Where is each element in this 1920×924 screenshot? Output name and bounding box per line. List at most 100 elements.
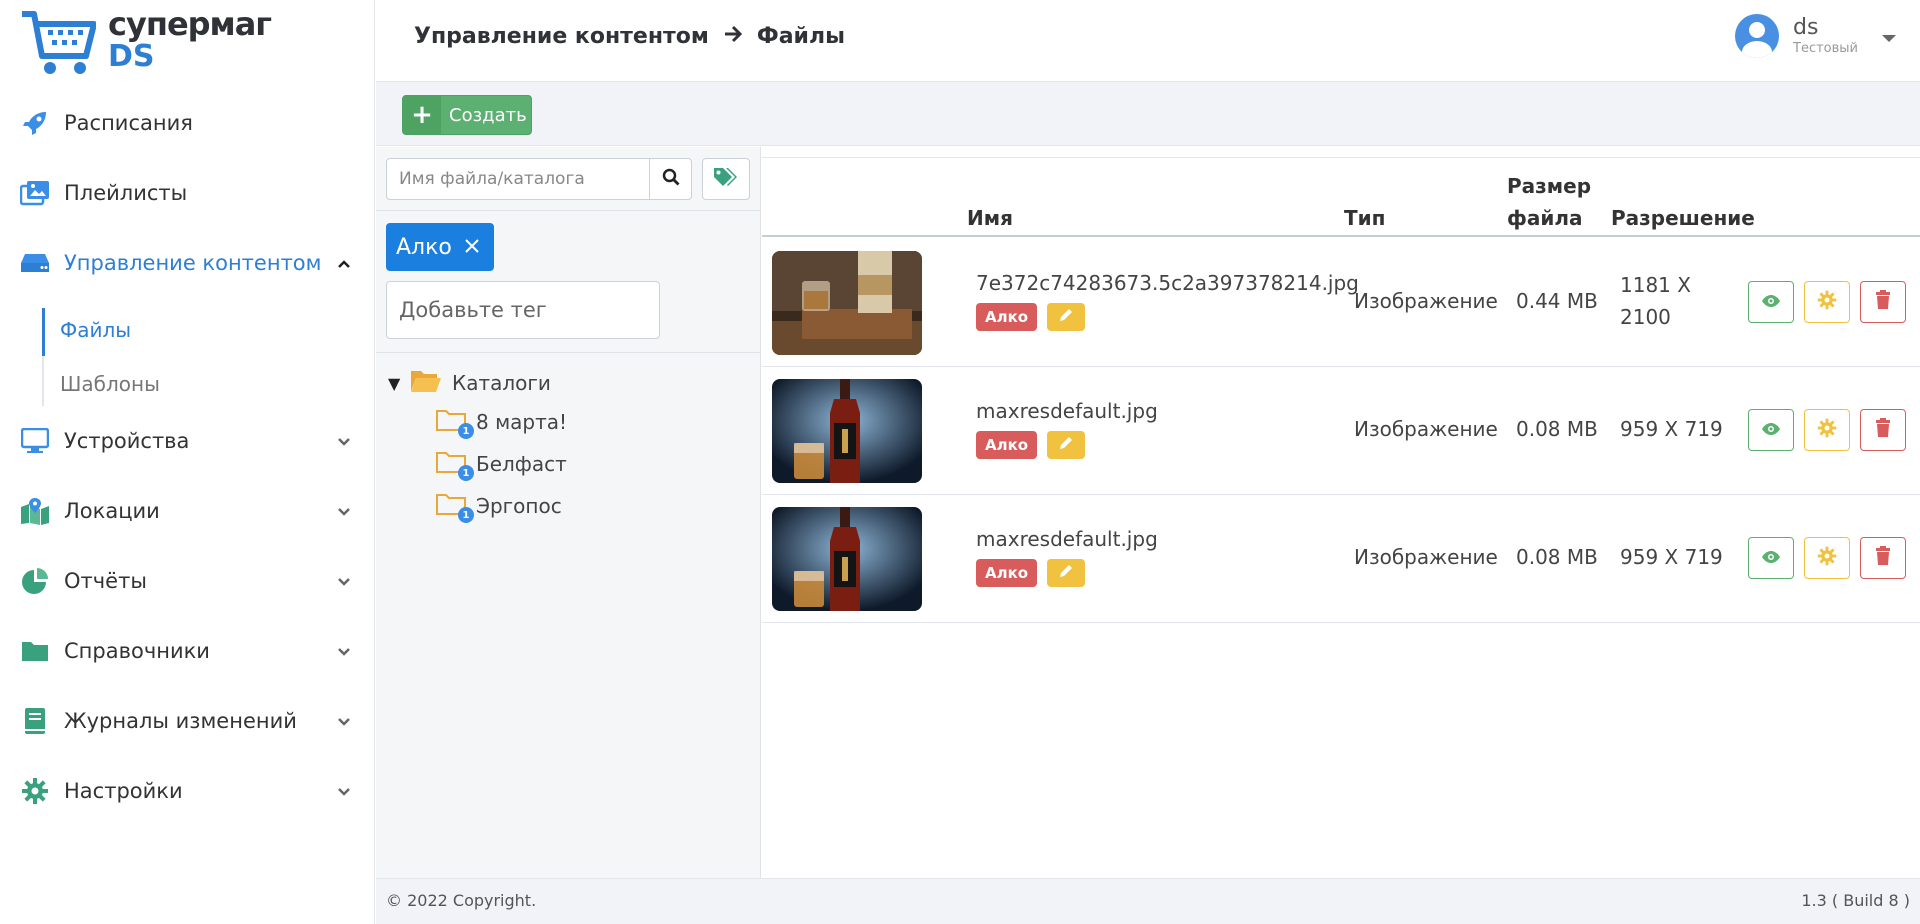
sidebar-item-schedules[interactable]: Расписания: [0, 88, 375, 158]
edit-tags-button[interactable]: [1047, 431, 1086, 459]
folder-icon: 1: [436, 409, 474, 439]
logo[interactable]: супермаг DS: [20, 5, 272, 82]
file-thumbnail[interactable]: [772, 507, 922, 611]
footer: © 2022 Copyright. 1.3 ( Build 8 ): [376, 878, 1920, 924]
tree-node[interactable]: 1 Эргопос: [436, 493, 562, 523]
eye-icon: [1761, 421, 1781, 440]
view-button[interactable]: [1748, 537, 1794, 579]
sidebar-item-settings[interactable]: Настройки: [0, 756, 375, 826]
table-row[interactable]: maxresdefault.jpg Алко Изображение 0.08 …: [762, 495, 1920, 623]
tags-filter-button[interactable]: [702, 158, 750, 200]
settings-button[interactable]: [1804, 537, 1850, 579]
pencil-icon: [1058, 563, 1074, 583]
submenu-item-files[interactable]: Файлы: [60, 318, 131, 342]
chevron-down-icon: [337, 432, 351, 451]
sidebar-item-devices[interactable]: Устройства: [0, 406, 375, 476]
tree-node-label: Белфаст: [476, 452, 567, 476]
create-button[interactable]: + Создать: [402, 95, 532, 135]
eye-icon: [1761, 549, 1781, 568]
breadcrumb-parent[interactable]: Управление контентом: [414, 24, 709, 49]
table-row[interactable]: maxresdefault.jpg Алко Изображение 0.08 …: [762, 367, 1920, 495]
sidebar-item-content[interactable]: Управление контентом: [0, 228, 375, 298]
column-header-type[interactable]: Тип: [1344, 206, 1385, 230]
arrow-right-icon: [723, 24, 743, 49]
folder-count-badge: 1: [458, 465, 474, 481]
sidebar-item-playlists[interactable]: Плейлисты: [0, 158, 375, 228]
pencil-icon: [1058, 307, 1074, 327]
sidebar-item-label: Отчёты: [64, 569, 147, 593]
caret-down-icon: [1882, 34, 1896, 42]
gear-icon: [1817, 290, 1837, 314]
chevron-down-icon: [337, 782, 351, 801]
view-button[interactable]: [1748, 409, 1794, 451]
tree-node[interactable]: 1 Белфаст: [436, 451, 567, 481]
folder-icon: 1: [436, 451, 474, 481]
sidebar-item-reports[interactable]: Отчёты: [0, 546, 375, 616]
file-size: 0.08 MB: [1516, 417, 1598, 441]
tree-node-label: 8 марта!: [476, 410, 568, 434]
active-tag-chip[interactable]: Алко: [386, 223, 494, 271]
logo-subtitle: DS: [108, 39, 155, 74]
sidebar-item-directories[interactable]: Справочники: [0, 616, 375, 686]
breadcrumb-current: Файлы: [756, 24, 845, 49]
settings-button[interactable]: [1804, 281, 1850, 323]
chevron-down-icon: [337, 572, 351, 591]
gear-icon: [1817, 546, 1837, 570]
view-button[interactable]: [1748, 281, 1794, 323]
column-header-size-line2: файла: [1507, 206, 1583, 230]
column-header-resolution[interactable]: Разрешение: [1611, 206, 1755, 230]
file-size: 0.08 MB: [1516, 545, 1598, 569]
sidebar-item-changelogs[interactable]: Журналы изменений: [0, 686, 375, 756]
file-size: 0.44 MB: [1516, 289, 1598, 313]
tree-node[interactable]: 1 8 марта!: [436, 409, 568, 439]
sidebar-item-label: Журналы изменений: [64, 709, 297, 733]
edit-tags-button[interactable]: [1047, 559, 1086, 587]
version-text: 1.3 ( Build 8 ): [1801, 891, 1910, 910]
file-tags: Алко: [976, 431, 1086, 459]
sidebar-item-label: Управление контентом: [64, 251, 322, 275]
table-header: Имя Тип Размер файла Разрешение: [762, 157, 1920, 237]
settings-button[interactable]: [1804, 409, 1850, 451]
book-icon: [20, 706, 50, 736]
sidebar-item-locations[interactable]: Локации: [0, 476, 375, 546]
pencil-icon: [1058, 435, 1074, 455]
copyright-text: © 2022 Copyright.: [386, 891, 537, 910]
trash-icon: [1875, 418, 1891, 442]
file-resolution: 959 X 719: [1620, 417, 1723, 441]
edit-tags-button[interactable]: [1047, 303, 1086, 331]
close-icon[interactable]: [464, 235, 480, 260]
folder-count-badge: 1: [458, 507, 474, 523]
user-menu[interactable]: ds Тестовый: [1735, 14, 1896, 58]
images-icon: [20, 178, 50, 208]
file-type: Изображение: [1354, 289, 1498, 313]
gear-icon: [1817, 418, 1837, 442]
tree-root[interactable]: ▼ Каталоги: [388, 369, 551, 397]
user-name: ds: [1793, 15, 1819, 41]
rocket-icon: [20, 108, 50, 138]
catalog-panel: Алко ▼ Каталоги 1 8 марта! 1 Белфаст 1 Э…: [376, 147, 761, 878]
create-button-label: Создать: [449, 104, 527, 126]
content-submenu: Файлы Шаблоны: [0, 298, 375, 406]
user-role: Тестовый: [1793, 40, 1858, 56]
delete-button[interactable]: [1860, 409, 1906, 451]
file-thumbnail[interactable]: [772, 379, 922, 483]
monitor-icon: [20, 426, 50, 456]
caret-down-icon[interactable]: ▼: [388, 374, 410, 393]
chevron-down-icon: [337, 712, 351, 731]
column-header-name[interactable]: Имя: [967, 206, 1013, 230]
submenu-item-templates[interactable]: Шаблоны: [60, 372, 160, 396]
table-row[interactable]: 7e372c74283673.5c2a397378214.jpg Алко Из…: [762, 239, 1920, 367]
sidebar-item-label: Локации: [64, 499, 160, 523]
drive-icon: [20, 248, 50, 278]
delete-button[interactable]: [1860, 537, 1906, 579]
logo-title: супермаг: [108, 5, 272, 43]
tag-input[interactable]: [386, 281, 660, 339]
column-header-size[interactable]: Размер: [1507, 174, 1591, 198]
delete-button[interactable]: [1860, 281, 1906, 323]
file-thumbnail[interactable]: [772, 251, 922, 355]
file-resolution: 1181 X: [1620, 273, 1691, 297]
folder-icon: [20, 636, 50, 666]
search-button[interactable]: [649, 159, 691, 199]
file-name: maxresdefault.jpg: [976, 399, 1158, 423]
search-input[interactable]: [387, 159, 649, 199]
